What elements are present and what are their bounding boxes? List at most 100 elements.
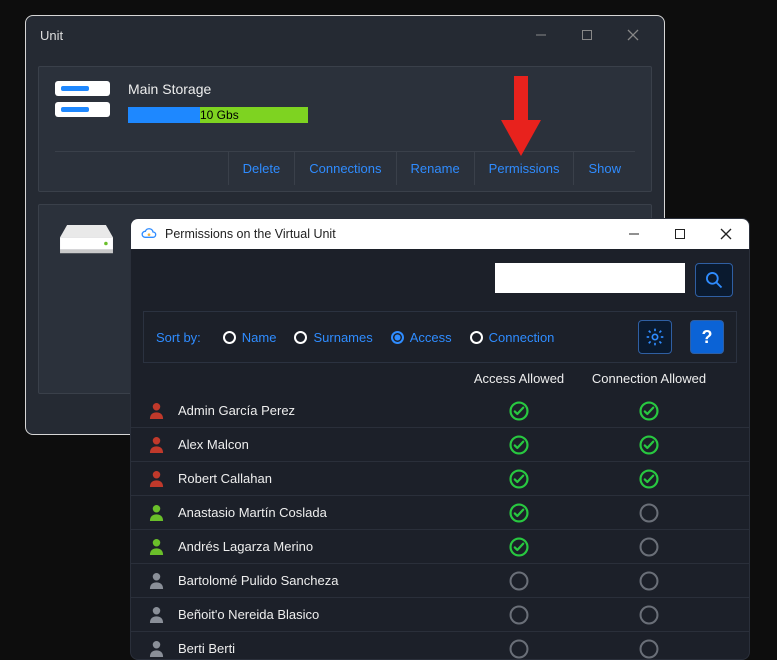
user-name: Berti Berti [178, 641, 235, 656]
columns-header: Access Allowed Connection Allowed [131, 363, 749, 394]
user-name: Admin García Perez [178, 403, 295, 418]
access-toggle[interactable] [459, 502, 579, 524]
permission-row[interactable]: Andrés Lagarza Merino [131, 530, 749, 564]
sort-connection-radio[interactable]: Connection [470, 330, 555, 345]
user-name: Bartolomé Pulido Sancheza [178, 573, 338, 588]
access-toggle[interactable] [459, 570, 579, 592]
user-name: Alex Malcon [178, 437, 249, 452]
person-icon [149, 640, 164, 657]
minimize-icon [628, 228, 640, 240]
connection-toggle[interactable] [579, 502, 719, 524]
person-icon [149, 402, 164, 419]
sort-label: Sort by: [156, 330, 201, 345]
gear-icon [645, 327, 665, 347]
perm-maximize-button[interactable] [657, 219, 703, 249]
person-icon [149, 436, 164, 453]
perm-minimize-button[interactable] [611, 219, 657, 249]
maximize-button[interactable] [564, 20, 610, 50]
close-icon [627, 29, 639, 41]
maximize-icon [581, 29, 593, 41]
show-button[interactable]: Show [573, 152, 635, 185]
person-icon [149, 470, 164, 487]
check-empty-icon [638, 570, 660, 592]
storage-usage-bar: 10 Gbs [128, 107, 308, 123]
check-empty-icon [508, 570, 530, 592]
person-icon [149, 572, 164, 589]
check-allowed-icon [508, 434, 530, 456]
permissions-list[interactable]: Admin García Perez Alex Malcon Robert Call… [131, 394, 749, 660]
permission-row[interactable]: Anastasio Martín Coslada [131, 496, 749, 530]
connection-toggle[interactable] [579, 468, 719, 490]
access-toggle[interactable] [459, 434, 579, 456]
person-icon [149, 504, 164, 521]
connection-toggle[interactable] [579, 536, 719, 558]
connection-toggle[interactable] [579, 638, 719, 660]
permission-row[interactable]: Berti Berti [131, 632, 749, 660]
check-allowed-icon [508, 468, 530, 490]
storage-panel: Main Storage 10 Gbs Delete Connections R… [38, 66, 652, 192]
connection-toggle[interactable] [579, 400, 719, 422]
sort-access-radio[interactable]: Access [391, 330, 452, 345]
arrow-annotation-icon [495, 70, 547, 162]
unit-title: Unit [40, 28, 63, 43]
storage-actions: Delete Connections Rename Permissions Sh… [55, 151, 635, 185]
connection-toggle[interactable] [579, 604, 719, 626]
user-name: Beñoit'o Nereida Blasico [178, 607, 319, 622]
search-input[interactable] [495, 263, 685, 293]
rename-button[interactable]: Rename [396, 152, 474, 185]
permissions-title: Permissions on the Virtual Unit [165, 227, 336, 241]
minimize-button[interactable] [518, 20, 564, 50]
help-button[interactable]: ? [690, 320, 724, 354]
person-icon [149, 606, 164, 623]
check-empty-icon [638, 502, 660, 524]
check-empty-icon [638, 638, 660, 660]
harddrive-icon [59, 225, 114, 255]
access-toggle[interactable] [459, 604, 579, 626]
permission-row[interactable]: Admin García Perez [131, 394, 749, 428]
connection-toggle[interactable] [579, 434, 719, 456]
check-allowed-icon [508, 536, 530, 558]
permission-row[interactable]: Alex Malcon [131, 428, 749, 462]
sort-row: Sort by: Name Surnames Access Connection… [143, 311, 737, 363]
maximize-icon [674, 228, 686, 240]
sort-surnames-radio[interactable]: Surnames [294, 330, 372, 345]
access-toggle[interactable] [459, 400, 579, 422]
person-icon [149, 538, 164, 555]
perm-close-button[interactable] [703, 219, 749, 249]
user-name: Robert Callahan [178, 471, 272, 486]
permission-row[interactable]: Beñoit'o Nereida Blasico [131, 598, 749, 632]
access-toggle[interactable] [459, 638, 579, 660]
connection-toggle[interactable] [579, 570, 719, 592]
search-button[interactable] [695, 263, 733, 297]
check-empty-icon [508, 638, 530, 660]
delete-button[interactable]: Delete [228, 152, 295, 185]
check-allowed-icon [508, 502, 530, 524]
close-button[interactable] [610, 20, 656, 50]
col-access: Access Allowed [459, 371, 579, 386]
col-connection: Connection Allowed [579, 371, 719, 386]
access-toggle[interactable] [459, 536, 579, 558]
settings-button[interactable] [638, 320, 672, 354]
close-icon [720, 228, 732, 240]
permissions-window: Permissions on the Virtual Unit Sort by:… [130, 218, 750, 660]
check-empty-icon [638, 536, 660, 558]
storage-size-label: 10 Gbs [200, 107, 239, 123]
connections-button[interactable]: Connections [294, 152, 395, 185]
disk-stack-icon [55, 81, 110, 117]
check-allowed-icon [638, 400, 660, 422]
user-name: Anastasio Martín Coslada [178, 505, 327, 520]
sort-name-radio[interactable]: Name [223, 330, 277, 345]
permission-row[interactable]: Robert Callahan [131, 462, 749, 496]
cloud-icon [141, 226, 157, 242]
search-icon [704, 270, 724, 290]
help-icon: ? [702, 327, 713, 348]
permissions-titlebar: Permissions on the Virtual Unit [131, 219, 749, 249]
permission-row[interactable]: Bartolomé Pulido Sancheza [131, 564, 749, 598]
unit-titlebar: Unit [26, 16, 664, 54]
check-empty-icon [508, 604, 530, 626]
check-empty-icon [638, 604, 660, 626]
check-allowed-icon [508, 400, 530, 422]
minimize-icon [535, 29, 547, 41]
check-allowed-icon [638, 468, 660, 490]
access-toggle[interactable] [459, 468, 579, 490]
